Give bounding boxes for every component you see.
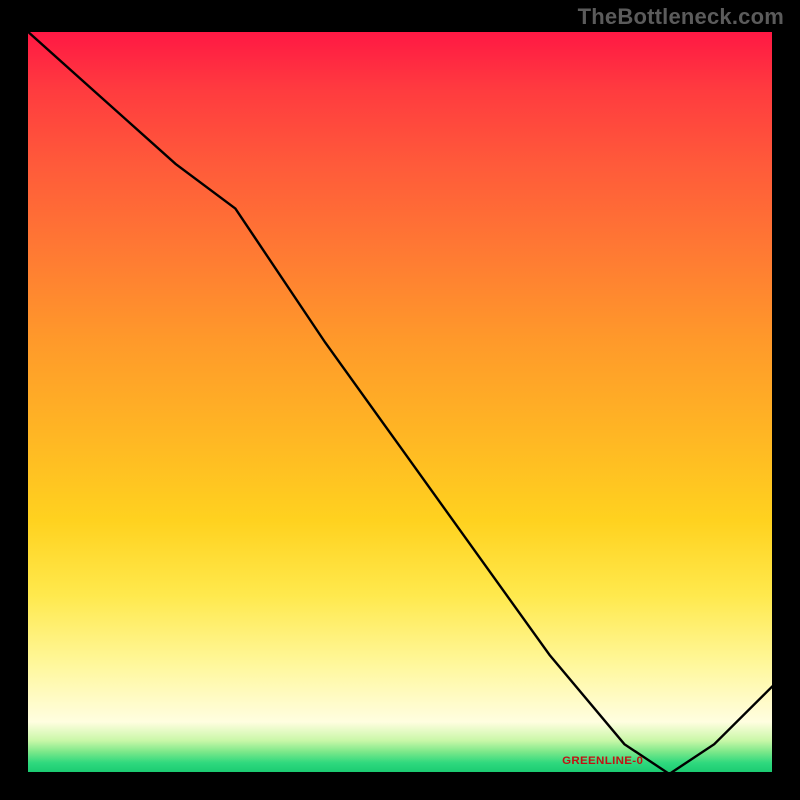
heat-gradient-background — [26, 30, 774, 774]
green-line-annotation: GREENLINE-0 — [563, 755, 644, 767]
watermark-text: TheBottleneck.com — [578, 4, 784, 30]
plot-area: GREENLINE-0 — [26, 30, 774, 774]
chart-frame: TheBottleneck.com GREENLINE-0 — [0, 0, 800, 800]
